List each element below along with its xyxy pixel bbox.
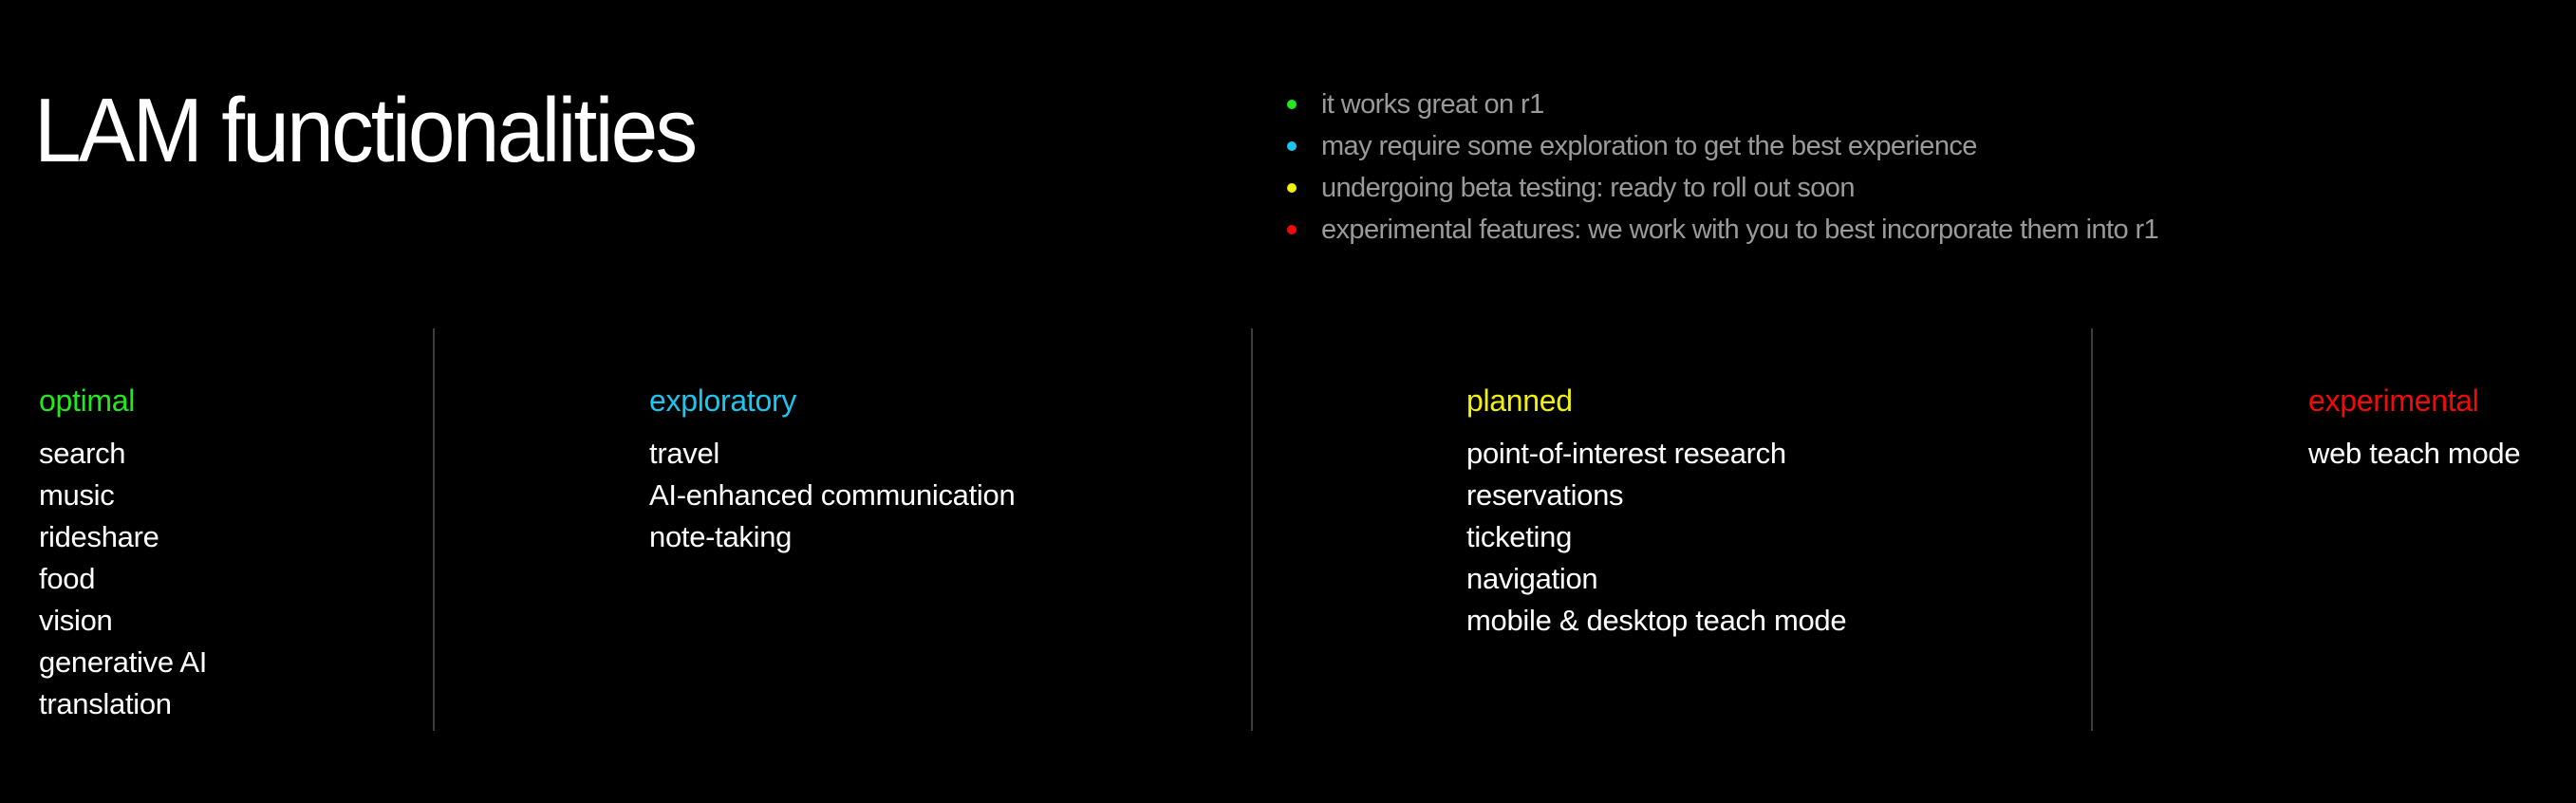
column-header-exploratory: exploratory: [649, 383, 796, 418]
list-item: travel: [649, 437, 720, 470]
list-item: ticketing: [1466, 520, 1573, 553]
feature-list-optimal: search music rideshare food vision gener…: [39, 433, 207, 725]
column-header-optimal: optimal: [39, 383, 136, 418]
list-item: reservations: [1466, 478, 1624, 512]
column-divider: [433, 328, 435, 731]
feature-list-experimental: web teach mode: [2308, 433, 2521, 475]
legend-text: undergoing beta testing: ready to roll o…: [1321, 172, 1855, 203]
list-item: translation: [39, 687, 172, 720]
feature-list-exploratory: travel AI-enhanced communication note-ta…: [649, 433, 1016, 558]
column-optimal: optimal search music rideshare food visi…: [39, 378, 207, 725]
column-experimental: experimental web teach mode: [2308, 378, 2521, 475]
legend-text: may require some exploration to get the …: [1321, 130, 1977, 161]
column-exploratory: exploratory travel AI-enhanced communica…: [649, 378, 1016, 558]
list-item: navigation: [1466, 562, 1598, 595]
legend-item-optimal: it works great on r1: [1287, 84, 2158, 125]
column-header-experimental: experimental: [2308, 383, 2479, 418]
page-title: LAM functionalities: [34, 80, 698, 181]
list-item: search: [39, 437, 126, 470]
list-item: generative AI: [39, 645, 208, 679]
cyan-dot-icon: [1287, 141, 1297, 151]
list-item: note-taking: [649, 520, 793, 553]
legend-text: it works great on r1: [1321, 88, 1544, 120]
list-item: music: [39, 478, 115, 512]
green-dot-icon: [1287, 100, 1297, 109]
legend-item-experimental: experimental features: we work with you …: [1287, 209, 2159, 251]
list-item: web teach mode: [2308, 437, 2521, 470]
feature-list-planned: point-of-interest research reservations …: [1466, 433, 1847, 642]
list-item: rideshare: [39, 520, 159, 553]
column-planned: planned point-of-interest research reser…: [1466, 378, 1847, 642]
column-header-planned: planned: [1466, 383, 1573, 418]
list-item: vision: [39, 604, 113, 637]
column-divider: [2091, 328, 2093, 731]
legend-item-exploratory: may require some exploration to get the …: [1287, 125, 2158, 167]
red-dot-icon: [1287, 225, 1297, 234]
yellow-dot-icon: [1287, 183, 1297, 193]
list-item: AI-enhanced communication: [649, 478, 1016, 512]
legend-text: experimental features: we work with you …: [1321, 214, 2159, 245]
status-legend: it works great on r1 may require some ex…: [1287, 84, 2159, 251]
list-item: food: [39, 562, 96, 595]
list-item: point-of-interest research: [1466, 437, 1786, 470]
legend-item-planned: undergoing beta testing: ready to roll o…: [1287, 167, 2158, 209]
column-divider: [1251, 328, 1253, 731]
list-item: mobile & desktop teach mode: [1466, 604, 1847, 637]
